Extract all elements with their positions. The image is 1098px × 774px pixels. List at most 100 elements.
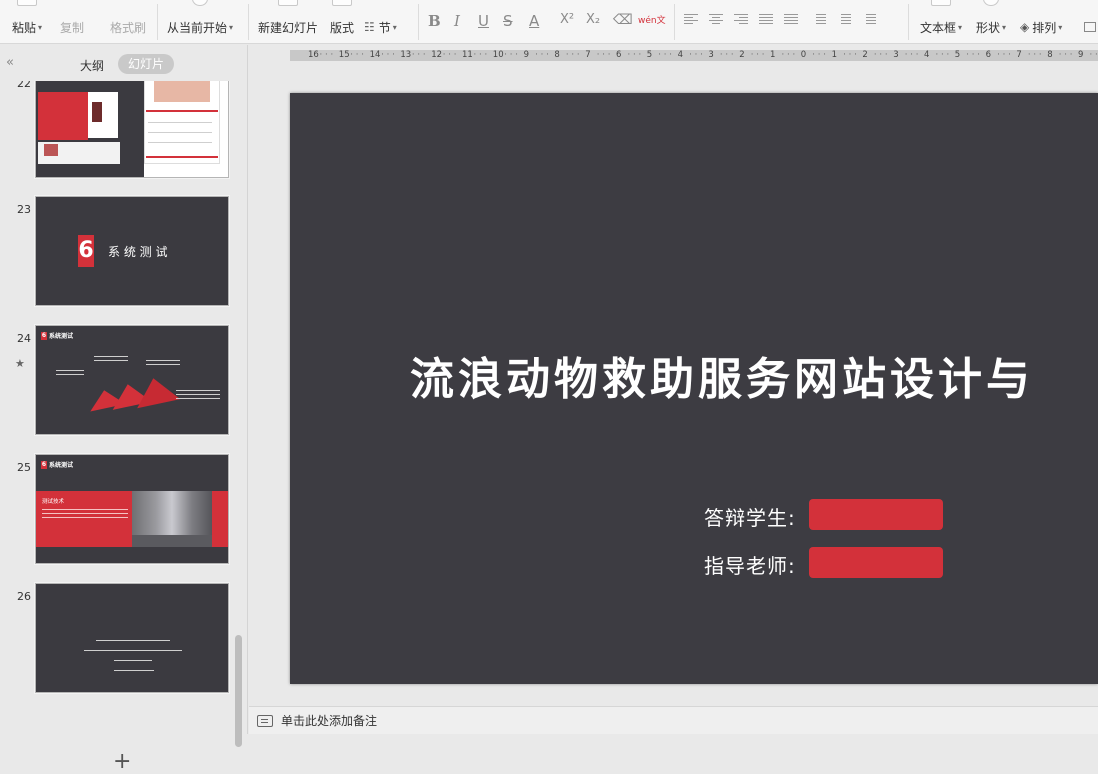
thumbnail-header: 6 系统测试: [41, 331, 74, 340]
separator: [157, 4, 158, 40]
slide-canvas[interactable]: 流浪动物救助服务网站设计与 答辩学生: 指导老师:: [290, 93, 1098, 684]
separator: [248, 4, 249, 40]
indent-icon[interactable]: [837, 14, 851, 26]
new-slide-button[interactable]: 新建幻灯片: [258, 0, 318, 43]
bold-button[interactable]: B: [428, 12, 441, 30]
notes-bar[interactable]: 单击此处添加备注: [249, 706, 1098, 734]
ruler-minor-tick: ·: [1095, 50, 1098, 60]
ruler-tick: 6: [616, 50, 622, 60]
ruler-minor-tick: ·: [473, 50, 477, 60]
slide-thumbnail-25[interactable]: 6 系统测试 测试技术: [34, 453, 230, 565]
ruler-minor-tick: ·: [350, 50, 353, 60]
ruler-minor-tick: ·: [576, 50, 580, 60]
ruler-tick: 3: [893, 50, 899, 60]
layout-icon: [332, 0, 352, 6]
underline-button[interactable]: U: [478, 12, 489, 30]
separator: [418, 4, 419, 40]
slide-title[interactable]: 流浪动物救助服务网站设计与: [410, 343, 1034, 407]
slide-thumbnail-23[interactable]: 6 系 统 测 试: [34, 195, 230, 307]
play-icon: [192, 0, 209, 6]
italic-button[interactable]: I: [454, 12, 460, 30]
notes-placeholder[interactable]: 单击此处添加备注: [281, 712, 377, 729]
align-right-icon[interactable]: [734, 14, 748, 26]
ruler-minor-tick: ·: [873, 50, 877, 60]
ruler-minor-tick: ·: [719, 50, 723, 60]
ruler-tick: 4: [677, 50, 684, 60]
ruler-minor-tick: ·: [781, 50, 785, 60]
pinyin-button[interactable]: wén文: [638, 13, 666, 26]
format-painter-button[interactable]: 格式刷: [110, 0, 146, 43]
slide-thumbnail-24[interactable]: 6 系统测试: [34, 324, 230, 436]
ruler-tick: 8: [554, 50, 560, 60]
ruler-minor-tick: ·: [392, 50, 395, 60]
copy-button[interactable]: 复制: [60, 0, 84, 43]
advisor-name-box[interactable]: [809, 547, 943, 578]
ruler-minor-tick: ·: [607, 50, 611, 60]
panel-scrollbar[interactable]: [235, 635, 242, 747]
ruler-minor-tick: ·: [515, 50, 518, 60]
ruler-minor-tick: ·: [627, 50, 631, 60]
paste-icon: [17, 0, 38, 6]
text-box-button[interactable]: 文本框 ▾: [920, 0, 963, 43]
ruler-minor-tick: ·: [756, 50, 759, 60]
strikethrough-button[interactable]: S: [503, 12, 513, 30]
ruler-minor-tick: ·: [453, 50, 457, 60]
play-from-current-button[interactable]: 从当前开始 ▾: [167, 0, 233, 43]
font-color-button[interactable]: A: [529, 12, 539, 30]
ruler-minor-tick: ·: [504, 50, 507, 60]
superscript-button[interactable]: X²: [560, 12, 574, 27]
layout-button[interactable]: 版式: [330, 0, 354, 43]
clear-format-icon[interactable]: ⌫: [613, 12, 633, 28]
ruler-minor-tick: ·: [546, 50, 549, 60]
ruler-tick: 15: [338, 50, 350, 60]
new-slide-icon: [278, 0, 298, 6]
chevron-down-icon: ▾: [958, 22, 963, 32]
ruler-minor-tick: ·: [669, 50, 672, 60]
ruler-minor-tick: ·: [638, 50, 642, 60]
ruler-minor-tick: ·: [812, 50, 815, 60]
separator: [908, 4, 909, 40]
ruler-minor-tick: ·: [330, 50, 334, 60]
ruler-minor-tick: ·: [1069, 50, 1073, 60]
ruler-minor-tick: ·: [361, 50, 364, 60]
align-center-icon[interactable]: [709, 14, 723, 26]
slide-thumbnail-26[interactable]: [34, 582, 230, 694]
thumbnail-heading: 测试技术: [42, 499, 65, 505]
tab-outline[interactable]: 大纲: [80, 57, 104, 74]
student-name-box[interactable]: [809, 499, 943, 530]
horizontal-ruler[interactable]: 16 · · · 15 · · · 14 · · · 13 · · · 12 · · · 11 · · · 10 · · · 9 · · · 8…: [290, 50, 1098, 61]
ruler-tick: 5: [646, 50, 653, 60]
ribbon-toolbar: 粘贴 ▾ 复制 格式刷 从当前开始 ▾ 新建幻灯片 版式 ☷ 节 ▾ B I U S …: [0, 0, 1098, 44]
ruler-minor-tick: ·: [633, 50, 636, 60]
chevron-down-icon: ▾: [1002, 22, 1007, 32]
ruler-minor-tick: ·: [884, 50, 888, 60]
ruler-tick: 13: [400, 50, 412, 60]
ruler-minor-tick: ·: [484, 50, 488, 60]
ruler-minor-tick: ·: [596, 50, 600, 60]
slide-number: 23: [17, 203, 31, 216]
list-icon[interactable]: [862, 14, 876, 26]
slide-thumbnail-22[interactable]: [34, 81, 230, 179]
tab-slides[interactable]: 幻灯片: [118, 54, 175, 74]
ruler-minor-tick: ·: [535, 50, 538, 60]
arrange-button[interactable]: ◈ 排列 ▾: [1020, 0, 1062, 43]
collapse-panel-icon[interactable]: «: [6, 55, 14, 70]
advisor-label[interactable]: 指导老师:: [704, 550, 796, 579]
add-slide-button[interactable]: +: [113, 751, 131, 773]
paste-button[interactable]: 粘贴 ▾: [12, 0, 42, 43]
line-spacing-icon[interactable]: [812, 14, 826, 26]
section-button[interactable]: ☷ 节 ▾: [364, 0, 397, 43]
ruler-minor-tick: ·: [1064, 50, 1067, 60]
ruler-tick: 2: [739, 50, 745, 60]
ruler-minor-tick: ·: [386, 50, 390, 60]
subscript-button[interactable]: X₂: [586, 12, 600, 27]
student-label[interactable]: 答辩学生:: [704, 502, 796, 531]
align-left-icon[interactable]: [684, 14, 698, 26]
shape-button[interactable]: 形状 ▾: [976, 0, 1007, 43]
more-icon[interactable]: [1084, 0, 1096, 43]
justify-icon[interactable]: [759, 14, 773, 26]
ruler-tick: 0: [800, 50, 807, 60]
ruler-minor-tick: ·: [730, 50, 734, 60]
distribute-icon[interactable]: [784, 14, 798, 26]
ruler-tick: 12: [431, 50, 443, 60]
